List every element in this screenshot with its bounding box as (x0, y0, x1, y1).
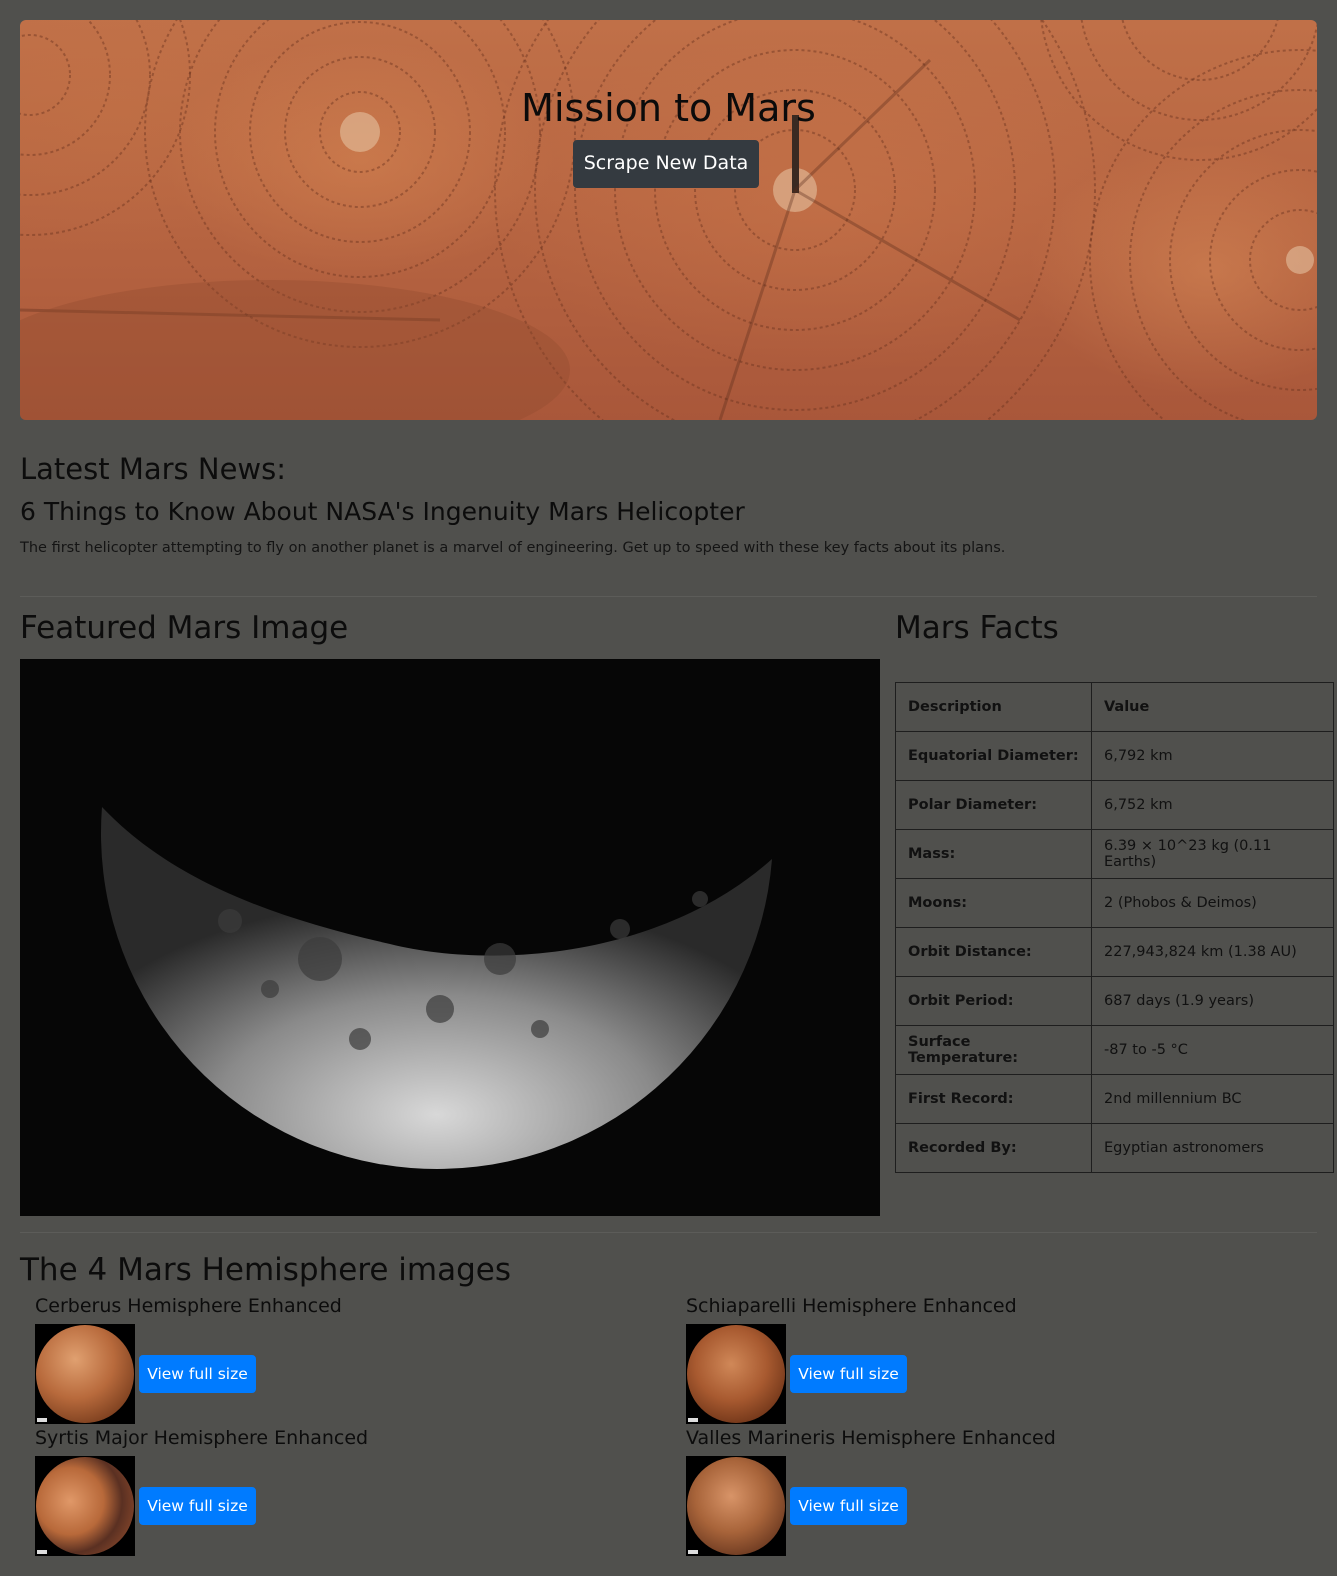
view-full-size-button[interactable]: View full size (139, 1487, 256, 1525)
fact-value: 227,943,824 km (1.38 AU) (1091, 927, 1334, 977)
mars-globe-image (687, 1457, 785, 1555)
hemisphere-card: Valles Marineris Hemisphere Enhanced Vie… (686, 1427, 1286, 1557)
hemisphere-card: Schiaparelli Hemisphere Enhanced View fu… (686, 1295, 1286, 1425)
table-row: Orbit Distance: 227,943,824 km (1.38 AU) (895, 927, 1334, 977)
view-full-size-button[interactable]: View full size (790, 1487, 907, 1525)
page-title: Mission to Mars (521, 86, 816, 130)
usgs-logo-icon (688, 1550, 698, 1554)
solar-field-background-image (20, 20, 1317, 420)
featured-image-heading: Featured Mars Image (20, 610, 349, 646)
hemisphere-title: Cerberus Hemisphere Enhanced (35, 1295, 342, 1317)
fact-label: Polar Diameter: (895, 780, 1092, 830)
usgs-logo-icon (37, 1550, 47, 1554)
mars-facts-table: Description Value Equatorial Diameter: 6… (895, 682, 1334, 1173)
fact-value: -87 to -5 °C (1091, 1025, 1334, 1075)
fact-value: Egyptian astronomers (1091, 1123, 1334, 1173)
mars-globe-image (36, 1457, 134, 1555)
table-row: First Record: 2nd millennium BC (895, 1074, 1334, 1124)
mars-globe-image (36, 1325, 134, 1423)
fact-label: Orbit Period: (895, 976, 1092, 1026)
table-row: Equatorial Diameter: 6,792 km (895, 731, 1334, 781)
hemispheres-heading: The 4 Mars Hemisphere images (20, 1252, 512, 1288)
hemisphere-title: Valles Marineris Hemisphere Enhanced (686, 1427, 1056, 1449)
hemisphere-thumbnail (686, 1456, 786, 1556)
news-section-heading: Latest Mars News: (20, 452, 287, 486)
hemisphere-thumbnail (35, 1324, 135, 1424)
fact-value: 2nd millennium BC (1091, 1074, 1334, 1124)
hemisphere-title: Syrtis Major Hemisphere Enhanced (35, 1427, 369, 1449)
table-row: Orbit Period: 687 days (1.9 years) (895, 976, 1334, 1026)
hemisphere-card: Syrtis Major Hemisphere Enhanced View fu… (35, 1427, 635, 1557)
view-full-size-button[interactable]: View full size (139, 1355, 256, 1393)
hemisphere-thumbnail (686, 1324, 786, 1424)
crescent-moon-image (100, 807, 773, 1170)
news-title: 6 Things to Know About NASA's Ingenuity … (20, 497, 745, 526)
section-divider (20, 1232, 1317, 1233)
table-row: Recorded By: Egyptian astronomers (895, 1123, 1334, 1173)
hemisphere-title: Schiaparelli Hemisphere Enhanced (686, 1295, 1017, 1317)
usgs-logo-icon (688, 1418, 698, 1422)
mars-facts-heading: Mars Facts (895, 610, 1059, 646)
news-teaser: The first helicopter attempting to fly o… (20, 540, 1006, 556)
fact-label: Mass: (895, 829, 1092, 879)
fact-label: Recorded By: (895, 1123, 1092, 1173)
table-header-row: Description Value (895, 682, 1334, 732)
fact-label: First Record: (895, 1074, 1092, 1124)
fact-label: Surface Temperature: (895, 1025, 1092, 1075)
usgs-logo-icon (37, 1418, 47, 1422)
fact-label: Moons: (895, 878, 1092, 928)
fact-value: 6,792 km (1091, 731, 1334, 781)
fact-value: 687 days (1.9 years) (1091, 976, 1334, 1026)
mars-globe-image (687, 1325, 785, 1423)
fact-value: 6,752 km (1091, 780, 1334, 830)
table-row: Surface Temperature: -87 to -5 °C (895, 1025, 1334, 1075)
fact-value: 2 (Phobos & Deimos) (1091, 878, 1334, 928)
table-header-cell: Value (1091, 682, 1334, 732)
table-row: Polar Diameter: 6,752 km (895, 780, 1334, 830)
table-header-cell: Description (895, 682, 1092, 732)
scrape-new-data-button[interactable]: Scrape New Data (573, 140, 759, 188)
hemisphere-card: Cerberus Hemisphere Enhanced View full s… (35, 1295, 635, 1425)
featured-mars-image (20, 659, 880, 1216)
fact-value: 6.39 × 10^23 kg (0.11 Earths) (1091, 829, 1334, 879)
hero-banner: Mission to Mars Scrape New Data (20, 20, 1317, 420)
hemisphere-thumbnail (35, 1456, 135, 1556)
section-divider (20, 596, 1317, 597)
fact-label: Equatorial Diameter: (895, 731, 1092, 781)
table-row: Moons: 2 (Phobos & Deimos) (895, 878, 1334, 928)
fact-label: Orbit Distance: (895, 927, 1092, 977)
table-row: Mass: 6.39 × 10^23 kg (0.11 Earths) (895, 829, 1334, 879)
view-full-size-button[interactable]: View full size (790, 1355, 907, 1393)
